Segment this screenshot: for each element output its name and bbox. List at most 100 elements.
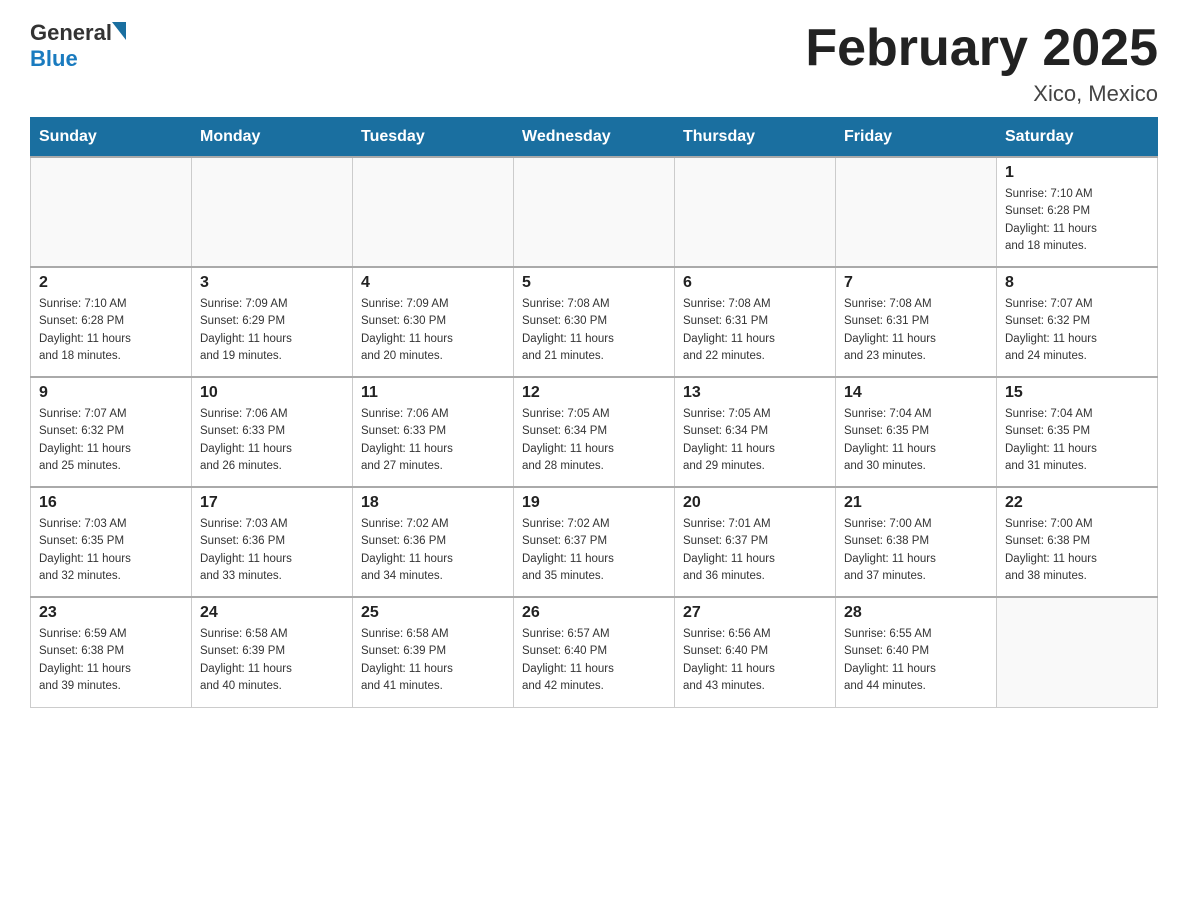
calendar-day-cell	[836, 157, 997, 267]
day-info: Sunrise: 7:02 AM Sunset: 6:36 PM Dayligh…	[361, 516, 505, 585]
day-info: Sunrise: 7:02 AM Sunset: 6:37 PM Dayligh…	[522, 516, 666, 585]
day-number: 4	[361, 274, 505, 292]
day-info: Sunrise: 6:55 AM Sunset: 6:40 PM Dayligh…	[844, 626, 988, 695]
day-number: 7	[844, 274, 988, 292]
day-info: Sunrise: 7:04 AM Sunset: 6:35 PM Dayligh…	[844, 406, 988, 475]
calendar-day-cell: 23 Sunrise: 6:59 AM Sunset: 6:38 PM Dayli…	[31, 597, 192, 707]
day-number: 17	[200, 494, 344, 512]
day-number: 11	[361, 384, 505, 402]
day-number: 14	[844, 384, 988, 402]
day-number: 1	[1005, 164, 1149, 182]
day-info: Sunrise: 7:05 AM Sunset: 6:34 PM Dayligh…	[683, 406, 827, 475]
calendar-day-cell: 28 Sunrise: 6:55 AM Sunset: 6:40 PM Dayli…	[836, 597, 997, 707]
month-title: February 2025	[805, 20, 1158, 77]
calendar-day-cell: 13 Sunrise: 7:05 AM Sunset: 6:34 PM Dayli…	[675, 377, 836, 487]
day-of-week-header: Tuesday	[353, 118, 514, 158]
day-info: Sunrise: 6:58 AM Sunset: 6:39 PM Dayligh…	[361, 626, 505, 695]
calendar-day-cell: 15 Sunrise: 7:04 AM Sunset: 6:35 PM Dayli…	[997, 377, 1158, 487]
day-number: 24	[200, 604, 344, 622]
calendar-day-cell	[514, 157, 675, 267]
calendar-day-cell: 6Sunrise: 7:08 AM Sunset: 6:31 PM Daylig…	[675, 267, 836, 377]
calendar-day-cell: 21 Sunrise: 7:00 AM Sunset: 6:38 PM Dayli…	[836, 487, 997, 597]
day-info: Sunrise: 7:00 AM Sunset: 6:38 PM Dayligh…	[844, 516, 988, 585]
calendar-day-cell: 1 Sunrise: 7:10 AM Sunset: 6:28 PM Daylig…	[997, 157, 1158, 267]
day-info: Sunrise: 7:07 AM Sunset: 6:32 PM Dayligh…	[39, 406, 183, 475]
calendar-day-cell: 20 Sunrise: 7:01 AM Sunset: 6:37 PM Dayli…	[675, 487, 836, 597]
day-info: Sunrise: 7:04 AM Sunset: 6:35 PM Dayligh…	[1005, 406, 1149, 475]
day-number: 26	[522, 604, 666, 622]
day-info: Sunrise: 7:01 AM Sunset: 6:37 PM Dayligh…	[683, 516, 827, 585]
day-of-week-header: Sunday	[31, 118, 192, 158]
day-number: 21	[844, 494, 988, 512]
day-info: Sunrise: 7:09 AM Sunset: 6:30 PM Dayligh…	[361, 296, 505, 365]
day-of-week-header: Friday	[836, 118, 997, 158]
calendar-day-cell	[997, 597, 1158, 707]
day-info: Sunrise: 7:00 AM Sunset: 6:38 PM Dayligh…	[1005, 516, 1149, 585]
calendar-day-cell: 19Sunrise: 7:02 AM Sunset: 6:37 PM Dayli…	[514, 487, 675, 597]
calendar-day-cell: 22 Sunrise: 7:00 AM Sunset: 6:38 PM Dayli…	[997, 487, 1158, 597]
calendar-day-cell: 17 Sunrise: 7:03 AM Sunset: 6:36 PM Dayli…	[192, 487, 353, 597]
day-number: 13	[683, 384, 827, 402]
logo-general-text: General	[30, 20, 112, 46]
calendar-day-cell: 25Sunrise: 6:58 AM Sunset: 6:39 PM Dayli…	[353, 597, 514, 707]
day-number: 23	[39, 604, 183, 622]
day-info: Sunrise: 7:09 AM Sunset: 6:29 PM Dayligh…	[200, 296, 344, 365]
calendar-day-cell: 7 Sunrise: 7:08 AM Sunset: 6:31 PM Daylig…	[836, 267, 997, 377]
day-info: Sunrise: 7:10 AM Sunset: 6:28 PM Dayligh…	[39, 296, 183, 365]
calendar-week-row: 2 Sunrise: 7:10 AM Sunset: 6:28 PM Daylig…	[31, 267, 1158, 377]
calendar-day-cell: 14 Sunrise: 7:04 AM Sunset: 6:35 PM Dayli…	[836, 377, 997, 487]
day-number: 5	[522, 274, 666, 292]
day-number: 22	[1005, 494, 1149, 512]
calendar-day-cell: 27Sunrise: 6:56 AM Sunset: 6:40 PM Dayli…	[675, 597, 836, 707]
calendar-day-cell: 26 Sunrise: 6:57 AM Sunset: 6:40 PM Dayli…	[514, 597, 675, 707]
calendar-day-cell: 24 Sunrise: 6:58 AM Sunset: 6:39 PM Dayli…	[192, 597, 353, 707]
day-info: Sunrise: 6:59 AM Sunset: 6:38 PM Dayligh…	[39, 626, 183, 695]
location-text: Xico, Mexico	[805, 81, 1158, 107]
calendar-day-cell: 11 Sunrise: 7:06 AM Sunset: 6:33 PM Dayli…	[353, 377, 514, 487]
logo: General Blue	[30, 20, 126, 72]
day-number: 9	[39, 384, 183, 402]
day-of-week-header: Monday	[192, 118, 353, 158]
day-of-week-header: Wednesday	[514, 118, 675, 158]
calendar-day-cell	[353, 157, 514, 267]
day-info: Sunrise: 7:10 AM Sunset: 6:28 PM Dayligh…	[1005, 186, 1149, 255]
calendar-day-cell	[675, 157, 836, 267]
day-info: Sunrise: 7:05 AM Sunset: 6:34 PM Dayligh…	[522, 406, 666, 475]
day-info: Sunrise: 7:06 AM Sunset: 6:33 PM Dayligh…	[200, 406, 344, 475]
day-number: 6	[683, 274, 827, 292]
title-block: February 2025 Xico, Mexico	[805, 20, 1158, 107]
day-info: Sunrise: 7:08 AM Sunset: 6:31 PM Dayligh…	[844, 296, 988, 365]
day-info: Sunrise: 6:57 AM Sunset: 6:40 PM Dayligh…	[522, 626, 666, 695]
calendar-header-row: SundayMondayTuesdayWednesdayThursdayFrid…	[31, 118, 1158, 158]
day-of-week-header: Saturday	[997, 118, 1158, 158]
calendar-week-row: 16 Sunrise: 7:03 AM Sunset: 6:35 PM Dayli…	[31, 487, 1158, 597]
day-of-week-header: Thursday	[675, 118, 836, 158]
calendar-day-cell: 10Sunrise: 7:06 AM Sunset: 6:33 PM Dayli…	[192, 377, 353, 487]
day-info: Sunrise: 7:06 AM Sunset: 6:33 PM Dayligh…	[361, 406, 505, 475]
logo-blue-text: Blue	[30, 46, 78, 72]
calendar-day-cell	[192, 157, 353, 267]
day-number: 18	[361, 494, 505, 512]
calendar-day-cell: 16 Sunrise: 7:03 AM Sunset: 6:35 PM Dayli…	[31, 487, 192, 597]
day-info: Sunrise: 7:03 AM Sunset: 6:36 PM Dayligh…	[200, 516, 344, 585]
day-number: 3	[200, 274, 344, 292]
day-info: Sunrise: 7:07 AM Sunset: 6:32 PM Dayligh…	[1005, 296, 1149, 365]
day-number: 15	[1005, 384, 1149, 402]
day-number: 16	[39, 494, 183, 512]
calendar-table: SundayMondayTuesdayWednesdayThursdayFrid…	[30, 117, 1158, 708]
day-info: Sunrise: 6:58 AM Sunset: 6:39 PM Dayligh…	[200, 626, 344, 695]
day-number: 12	[522, 384, 666, 402]
calendar-day-cell: 12 Sunrise: 7:05 AM Sunset: 6:34 PM Dayli…	[514, 377, 675, 487]
calendar-day-cell: 2 Sunrise: 7:10 AM Sunset: 6:28 PM Daylig…	[31, 267, 192, 377]
day-info: Sunrise: 7:08 AM Sunset: 6:30 PM Dayligh…	[522, 296, 666, 365]
day-number: 20	[683, 494, 827, 512]
calendar-week-row: 23 Sunrise: 6:59 AM Sunset: 6:38 PM Dayli…	[31, 597, 1158, 707]
day-info: Sunrise: 7:03 AM Sunset: 6:35 PM Dayligh…	[39, 516, 183, 585]
page-header: General Blue February 2025 Xico, Mexico	[30, 20, 1158, 107]
day-number: 28	[844, 604, 988, 622]
day-number: 8	[1005, 274, 1149, 292]
day-number: 2	[39, 274, 183, 292]
calendar-day-cell: 4 Sunrise: 7:09 AM Sunset: 6:30 PM Daylig…	[353, 267, 514, 377]
calendar-day-cell: 8 Sunrise: 7:07 AM Sunset: 6:32 PM Daylig…	[997, 267, 1158, 377]
calendar-day-cell: 3 Sunrise: 7:09 AM Sunset: 6:29 PM Daylig…	[192, 267, 353, 377]
